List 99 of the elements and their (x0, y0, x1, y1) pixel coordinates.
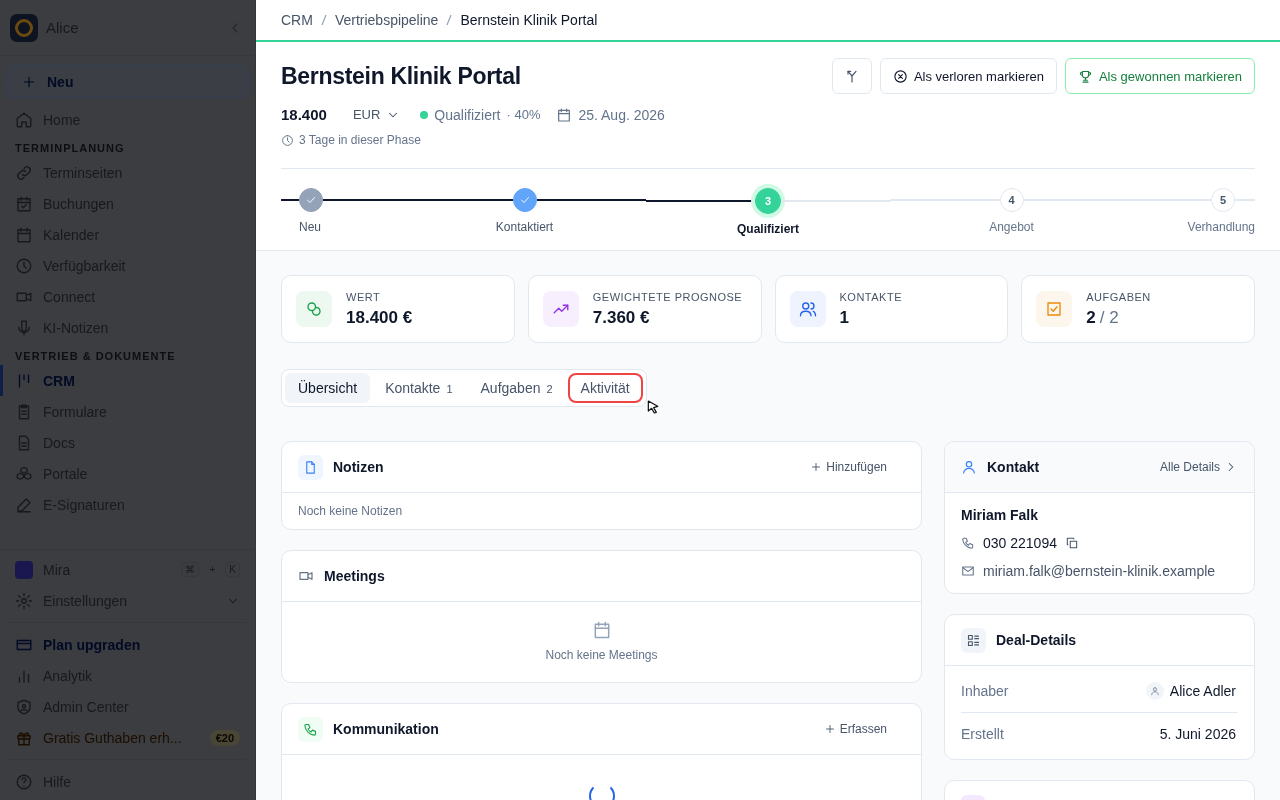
x-circle-icon (892, 68, 908, 84)
key-cap: ⌘ (181, 562, 200, 577)
close-date: 25. Aug. 2026 (578, 106, 665, 123)
gear-icon (15, 591, 33, 610)
detail-label: Erstellt (961, 726, 1004, 742)
stage-number: 5 (1219, 194, 1227, 206)
mark-lost-button[interactable]: Als verloren markieren (879, 58, 1057, 94)
trophy-icon (1077, 68, 1093, 84)
person-icon (961, 459, 977, 475)
check-icon (305, 194, 317, 206)
plus-icon (823, 723, 836, 735)
pen-icon (15, 495, 33, 514)
detail-label: Inhaber (961, 683, 1009, 699)
list-icon (961, 627, 986, 653)
time-in-stage: 3 Tage in dieser Phase (299, 133, 421, 147)
stage-marker[interactable] (299, 188, 323, 212)
detail-value: 5. Juni 2026 (1159, 726, 1236, 742)
currency-dropdown[interactable]: EUR (352, 107, 401, 122)
stat-value: 2 (1086, 307, 1096, 327)
stage-label: Verhandlung (1187, 220, 1255, 234)
add-note-button[interactable]: Hinzufügen (804, 459, 893, 475)
mail-icon (961, 564, 975, 578)
new-button[interactable]: Neu (6, 65, 249, 98)
tab[interactable]: Aufgaben 2 (467, 373, 566, 403)
sidebar-item[interactable]: Plan upgraden (0, 629, 255, 660)
phone-icon (298, 716, 323, 742)
stage-label: Kontaktiert (495, 220, 554, 234)
stage-label: Angebot (989, 220, 1034, 234)
tab-count: 2 (546, 383, 553, 395)
help-icon (15, 772, 33, 791)
contact-email[interactable]: miriam.falk@bernstein-klinik.example (983, 563, 1216, 579)
stage-number: 4 (1008, 194, 1015, 206)
tab[interactable]: Kontakte 1 (372, 373, 466, 403)
phone-icon (961, 536, 975, 550)
avatar-icon (1149, 686, 1160, 696)
breadcrumb-separator (446, 14, 453, 26)
users-icon (798, 300, 817, 318)
stat-label: AUFGABEN (1086, 290, 1151, 303)
card-title: Deal-Details (996, 632, 1078, 648)
card-title: Meetings (324, 568, 386, 584)
stat-label: GEWICHTETE PROGNOSE (592, 290, 743, 303)
breadcrumb-link[interactable]: Bernstein Klinik Portal (460, 12, 598, 28)
stage-label: Neu (299, 220, 321, 234)
stage-label: Qualifiziert (737, 222, 799, 236)
shortcut-plus: + (209, 564, 216, 575)
tab[interactable]: Übersicht (285, 373, 371, 403)
card-title: Kontakt (987, 459, 1041, 475)
card-title: Kommunikation (333, 721, 440, 737)
link-icon (15, 163, 33, 182)
tab[interactable]: Aktivität (567, 373, 643, 403)
stage-marker[interactable] (512, 188, 537, 212)
stat-total: / 2 (1099, 307, 1119, 327)
cal-icon (15, 225, 33, 244)
mark-won-button[interactable]: Als gewonnen markieren (1064, 58, 1255, 94)
deal-title: Bernstein Klinik Portal (281, 62, 521, 90)
stage-marker[interactable]: 3 (755, 188, 781, 214)
deal-stage: Qualifiziert (434, 106, 501, 123)
all-details-link[interactable]: Alle Details (1159, 460, 1238, 474)
stage-dot (420, 110, 429, 119)
calendar-icon (556, 106, 573, 123)
stage-marker[interactable]: 5 (1211, 188, 1235, 212)
document-icon (298, 454, 323, 480)
stage-probability: · 40% (506, 107, 541, 122)
mic-icon (15, 318, 33, 337)
sidebar-item-label: Gratis Guthaben erh... (43, 729, 183, 746)
detail-value: Alice Adler (1169, 683, 1236, 699)
deal-amount: 18.400 (281, 106, 327, 123)
stat-label: WERT (346, 290, 382, 303)
stat-value: 7.360 € (592, 307, 650, 327)
clock-icon (281, 133, 294, 147)
sidebar-item-label: Plan upgraden (43, 636, 142, 653)
plus-icon (810, 461, 823, 473)
empty-meetings-text: Noch keine Meetings (545, 648, 658, 662)
assistant-logo-icon (15, 560, 33, 579)
card-title: Notizen (333, 459, 385, 475)
breadcrumb-separator (320, 14, 327, 26)
breadcrumb-link[interactable]: Vertriebspipeline (334, 12, 439, 28)
copy-icon (1064, 536, 1079, 550)
stat-label: KONTAKTE (839, 290, 902, 303)
home-icon (15, 110, 33, 129)
tab-count: 1 (446, 383, 453, 395)
merge-button[interactable] (831, 58, 872, 94)
contact-phone: 030 221094 (983, 535, 1057, 551)
coins-icon (305, 300, 323, 318)
breadcrumb-link[interactable]: CRM (281, 12, 313, 28)
sidebar-item[interactable]: Gratis Guthaben erh... €20 (0, 722, 255, 753)
clock-icon (15, 256, 33, 275)
contact-name: Miriam Falk (961, 507, 1040, 523)
stat-value: 1 (839, 307, 849, 327)
copy-button[interactable] (1064, 536, 1079, 550)
shield-icon (15, 697, 33, 716)
check-icon (518, 194, 531, 206)
logo-icon (10, 13, 38, 42)
credit-badge: €20 (209, 729, 240, 746)
stage-number: 3 (764, 195, 772, 207)
empty-notes-text: Noch keine Notizen (297, 503, 404, 520)
log-communication-button[interactable]: Erfassen (817, 721, 893, 737)
stat-value: 18.400 € (346, 307, 413, 327)
stage-marker[interactable]: 4 (999, 188, 1024, 212)
